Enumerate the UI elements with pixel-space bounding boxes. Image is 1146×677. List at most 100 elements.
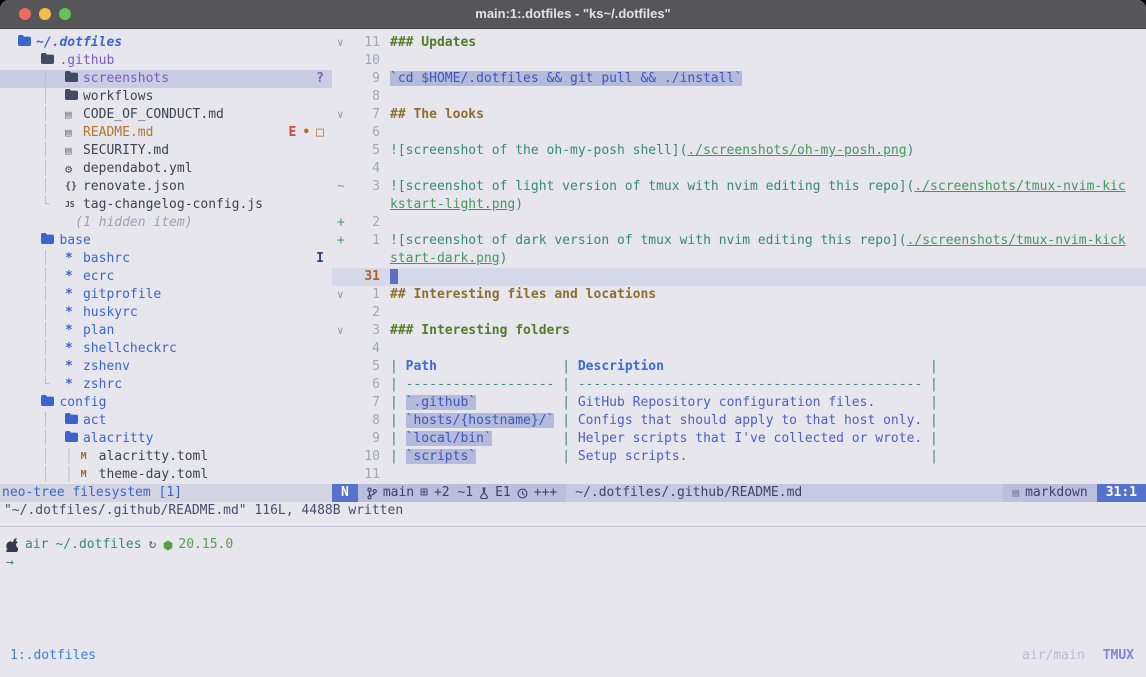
editor-line[interactable]: ~3![screenshot of light version of tmux … (332, 178, 1146, 196)
editor-line[interactable]: 9`cd $HOME/.dotfiles && git pull && ./in… (332, 70, 1146, 88)
gutter (332, 466, 354, 484)
folder-icon (65, 412, 83, 430)
tree-item-renovate-json[interactable]: │ {}renovate.json (0, 178, 332, 196)
text-segment: GitHub Repository configuration files. (578, 395, 875, 410)
tree-item-code-of-conduct-md[interactable]: │ ▤CODE_OF_CONDUCT.md (0, 106, 332, 124)
editor-line[interactable]: ∨3### Interesting folders (332, 322, 1146, 340)
folder-icon (18, 34, 36, 52)
editor-line[interactable]: ∨7## The looks (332, 106, 1146, 124)
text-segment: ## Interesting files and locations (390, 287, 656, 302)
indent-guide (18, 232, 41, 250)
line-text: ![screenshot of light version of tmux wi… (380, 178, 1126, 196)
tree-item-zshenv[interactable]: │ *zshenv (0, 358, 332, 376)
editor-buffer[interactable]: ∨11### Updates109`cd $HOME/.dotfiles && … (332, 29, 1146, 484)
tmux-badge: TMUX (1103, 647, 1134, 665)
title-bar[interactable]: main:1:.dotfiles - "ks~/.dotfiles" (0, 0, 1146, 29)
gutter (332, 88, 354, 106)
editor-line[interactable]: 8| `hosts/{hostname}/` | Configs that sh… (332, 412, 1146, 430)
tree-item-alacritty[interactable]: │ alacritty (0, 430, 332, 448)
indent-guide: │ (18, 268, 65, 286)
tree-item-theme-day-toml[interactable]: │ │ Mtheme-day.toml (0, 466, 332, 484)
tree-item-security-md[interactable]: │ ▤SECURITY.md (0, 142, 332, 160)
editor-line[interactable]: 10| `scripts` | Setup scripts. | (332, 448, 1146, 466)
line-number: 5 (354, 358, 380, 376)
node-version: 20.15.0 (178, 536, 233, 554)
tree-item-label: README.md (83, 124, 153, 142)
status-badge: • (302, 124, 310, 142)
tree-item-dependabot-yml[interactable]: │ ⚙dependabot.yml (0, 160, 332, 178)
tree-item-config[interactable]: config (0, 394, 332, 412)
editor-line[interactable]: start-dark.png) (332, 250, 1146, 268)
editor-line[interactable]: +2 (332, 214, 1146, 232)
editor-line[interactable]: 4 (332, 340, 1146, 358)
tree-item-tag-changelog-config-js[interactable]: └ JStag-changelog-config.js (0, 196, 332, 214)
line-number: 10 (354, 52, 380, 70)
line-number: 8 (354, 412, 380, 430)
tree-item-zshrc[interactable]: └ *zshrc (0, 376, 332, 394)
gutter (332, 412, 354, 430)
editor-line[interactable]: 5| Path | Description | (332, 358, 1146, 376)
editor-line[interactable]: 8 (332, 88, 1146, 106)
star-icon: * (65, 286, 83, 304)
line-text: kstart-light.png) (380, 196, 523, 214)
tree-item-1-hidden-item[interactable]: (1 hidden item) (0, 214, 332, 232)
line-number: 3 (354, 178, 380, 196)
editor-line[interactable]: 9| `local/bin` | Helper scripts that I'v… (332, 430, 1146, 448)
tree-item-label: shellcheckrc (83, 340, 177, 358)
tree-item-github[interactable]: .github (0, 52, 332, 70)
tree-item-bashrc[interactable]: │ *bashrcI (0, 250, 332, 268)
prompt-arrow[interactable]: → (6, 554, 14, 572)
text-segment: | (390, 395, 406, 410)
tree-item-gitprofile[interactable]: │ *gitprofile (0, 286, 332, 304)
line-text (380, 52, 390, 70)
editor-pane[interactable]: ∨11### Updates109`cd $HOME/.dotfiles && … (332, 29, 1146, 502)
tree-item-shellcheckrc[interactable]: │ *shellcheckrc (0, 340, 332, 358)
tree-item-alacritty-toml[interactable]: │ │ Malacritty.toml (0, 448, 332, 466)
tree-item-act[interactable]: │ act (0, 412, 332, 430)
fold-marker[interactable]: ∨ (332, 322, 354, 340)
line-number: 9 (354, 430, 380, 448)
fold-marker[interactable]: ∨ (332, 106, 354, 124)
line-text: | `hosts/{hostname}/` | Configs that sho… (380, 412, 938, 430)
editor-line[interactable]: 10 (332, 52, 1146, 70)
line-text (380, 214, 390, 232)
editor-line[interactable]: 2 (332, 304, 1146, 322)
editor-line[interactable]: +1![screenshot of dark version of tmux w… (332, 232, 1146, 250)
editor-line[interactable]: 5![screenshot of the oh-my-posh shell](.… (332, 142, 1146, 160)
line-number: 8 (354, 88, 380, 106)
tmux-window-item[interactable]: 1:.dotfiles (10, 647, 96, 665)
tree-item-readme-md[interactable]: │ ▤README.mdE•□ (0, 124, 332, 142)
tree-item-plan[interactable]: │ *plan (0, 322, 332, 340)
text-segment (875, 395, 922, 410)
tree-item-huskyrc[interactable]: │ *huskyrc (0, 304, 332, 322)
editor-line[interactable]: ∨1## Interesting files and locations (332, 286, 1146, 304)
text-segment: Helper scripts that I've collected or wr… (578, 431, 922, 446)
tree-item-dotfiles[interactable]: ~/.dotfiles (0, 34, 332, 52)
status-badge: □ (316, 124, 324, 142)
tree-item-ecrc[interactable]: │ *ecrc (0, 268, 332, 286)
tree-item-workflows[interactable]: │ workflows (0, 88, 332, 106)
indent-guide: │ (18, 286, 65, 304)
fold-marker[interactable]: ∨ (332, 286, 354, 304)
apple-icon (6, 538, 18, 552)
node-version-segment: 20.15.0 (163, 536, 233, 554)
git-status-badges: ? (316, 70, 332, 88)
editor-line-current[interactable]: 31 (332, 268, 1146, 286)
shell-prompt[interactable]: air ~/.dotfiles ↻ 20.15.0 → (0, 536, 1146, 572)
fold-marker[interactable]: ∨ (332, 34, 354, 52)
tree-item-screenshots[interactable]: │ screenshots? (0, 70, 332, 88)
text-segment: ![screenshot of the oh-my-posh shell]( (390, 143, 687, 158)
editor-line[interactable]: 7| `.github` | GitHub Repository configu… (332, 394, 1146, 412)
line-text: ![screenshot of dark version of tmux wit… (380, 232, 1126, 250)
editor-line[interactable]: 6 (332, 124, 1146, 142)
text-segment (476, 449, 554, 464)
editor-line[interactable]: 4 (332, 160, 1146, 178)
tree-item-base[interactable]: base (0, 232, 332, 250)
text-segment (492, 431, 555, 446)
editor-line[interactable]: ∨11### Updates (332, 34, 1146, 52)
editor-line[interactable]: kstart-light.png) (332, 196, 1146, 214)
doc-icon: ▤ (65, 124, 83, 142)
editor-line[interactable]: 11 (332, 466, 1146, 484)
editor-line[interactable]: 6| ------------------- | ---------------… (332, 376, 1146, 394)
text-segment: Configs that should apply to that host o… (578, 413, 922, 428)
